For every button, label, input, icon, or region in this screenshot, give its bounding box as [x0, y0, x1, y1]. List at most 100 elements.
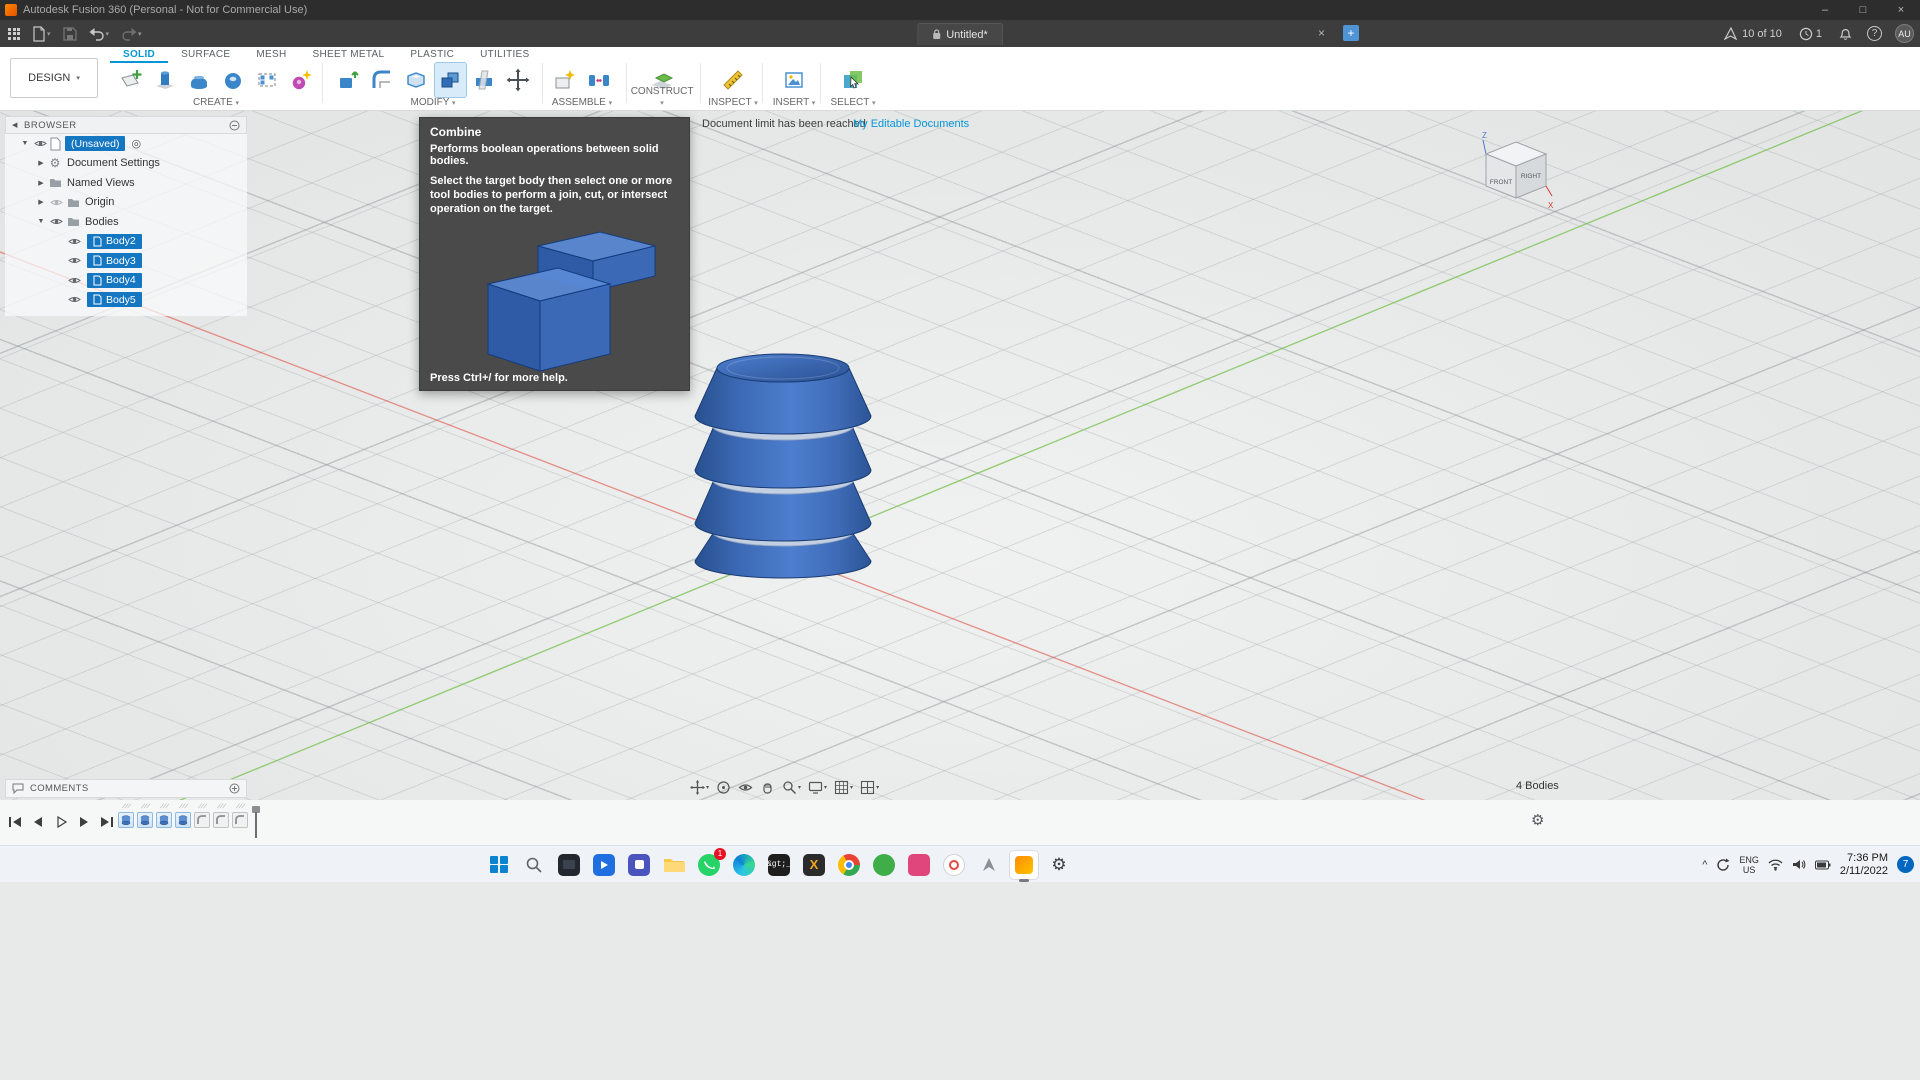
file-explorer-button[interactable] [660, 851, 688, 879]
circle-app-button[interactable] [940, 851, 968, 879]
tab-mesh[interactable]: MESH [243, 47, 299, 63]
visibility-eye-icon[interactable] [65, 276, 83, 285]
media-app-button[interactable] [590, 851, 618, 879]
file-menu-button[interactable]: ▾ [30, 23, 53, 45]
visibility-eye-icon[interactable] [47, 217, 65, 226]
minimize-button[interactable]: – [1806, 0, 1844, 20]
document-tab[interactable]: Untitled* [917, 23, 1003, 45]
expand-icon[interactable]: ▶ [35, 179, 47, 187]
green-app-button[interactable] [870, 851, 898, 879]
tree-row-named-views[interactable]: ▶ Named Views [5, 173, 247, 193]
settings-app-button[interactable]: ⚙ [1045, 851, 1073, 879]
joint-button[interactable] [584, 63, 615, 97]
tree-row-body5[interactable]: Body5 [5, 290, 247, 310]
timeline-feature-body[interactable]: /// [118, 804, 134, 828]
whatsapp-button[interactable]: 1 [695, 847, 726, 879]
viewport-canvas[interactable] [0, 111, 1920, 845]
maximize-button[interactable]: □ [1844, 0, 1882, 20]
undo-button[interactable]: ▾ [87, 23, 112, 45]
new-component-button[interactable] [550, 63, 581, 97]
search-button[interactable] [520, 851, 548, 879]
gray-app-button[interactable] [975, 851, 1003, 879]
chrome-button[interactable] [835, 851, 863, 879]
body-item[interactable]: Body5 [87, 292, 142, 308]
task-view-button[interactable] [555, 851, 583, 879]
root-document-label[interactable]: (Unsaved) [65, 136, 126, 152]
browser-header[interactable]: ◀ BROWSER [5, 116, 247, 134]
split-body-button[interactable] [469, 63, 500, 97]
construct-group-label[interactable]: CONSTRUCT ▾ [630, 86, 694, 108]
save-button[interactable] [61, 23, 79, 45]
measure-button[interactable] [718, 63, 749, 97]
workspace-selector[interactable]: DESIGN ▾ [10, 58, 98, 98]
visibility-eye-icon[interactable] [65, 256, 83, 265]
insert-group-label[interactable]: INSERT ▾ [766, 97, 822, 108]
tab-utilities[interactable]: UTILITIES [467, 47, 542, 63]
notification-center-button[interactable]: 1 [1797, 23, 1824, 45]
user-avatar[interactable]: AU [1895, 24, 1914, 43]
expand-icon[interactable]: ▼ [35, 218, 47, 225]
activate-document-icon[interactable]: ◎ [131, 137, 141, 150]
timeline-feature-fillet[interactable]: /// [213, 804, 229, 828]
tab-plastic[interactable]: PLASTIC [397, 47, 467, 63]
viewports-button[interactable]: ▾ [860, 780, 879, 795]
view-cube[interactable]: Z FRONT RIGHT X [1478, 126, 1556, 212]
collapse-panel-icon[interactable]: ◀ [12, 121, 24, 129]
tab-solid[interactable]: SOLID [110, 47, 169, 63]
close-button[interactable]: × [1882, 0, 1920, 20]
display-settings-button[interactable]: ▾ [808, 780, 827, 795]
expand-icon[interactable]: ▶ [35, 198, 47, 206]
visibility-eye-icon[interactable] [31, 139, 49, 148]
create-group-label[interactable]: CREATE ▾ [110, 97, 322, 108]
tree-row-origin[interactable]: ▶ Origin [5, 193, 247, 213]
timeline-feature-body[interactable]: /// [137, 804, 153, 828]
pan-button[interactable]: ▾ [690, 780, 709, 795]
job-status-button[interactable]: 10 of 10 [1722, 23, 1784, 45]
teams-button[interactable] [625, 851, 653, 879]
shell-button[interactable] [401, 63, 432, 97]
x-app-button[interactable]: X [800, 851, 828, 879]
visibility-eye-icon[interactable] [47, 198, 65, 207]
pattern-button[interactable] [252, 63, 283, 97]
body-item[interactable]: Body3 [87, 253, 142, 269]
viewcube-front-label[interactable]: FRONT [1490, 179, 1512, 186]
sync-icon[interactable] [1716, 858, 1730, 872]
skip-to-end-button[interactable] [98, 813, 116, 831]
select-group-label[interactable]: SELECT ▾ [824, 97, 882, 108]
help-button[interactable]: ? [1867, 26, 1882, 41]
step-back-button[interactable] [29, 813, 47, 831]
tree-row-body3[interactable]: Body3 [5, 251, 247, 271]
tree-root-row[interactable]: ▼ (Unsaved) ◎ [5, 134, 247, 154]
select-button[interactable] [838, 63, 869, 97]
tree-row-bodies[interactable]: ▼ Bodies [5, 212, 247, 232]
create-sketch-button[interactable] [116, 63, 147, 97]
modify-group-label[interactable]: MODIFY ▾ [326, 97, 540, 108]
body-item[interactable]: Body4 [87, 272, 142, 288]
tree-row-document-settings[interactable]: ▶ ⚙ Document Settings [5, 154, 247, 174]
model-bodies[interactable] [680, 330, 890, 580]
zoom-window-button[interactable]: ▾ [782, 780, 801, 795]
timeline-feature-fillet[interactable]: /// [232, 804, 248, 828]
step-forward-button[interactable] [75, 813, 93, 831]
fusion-360-taskbar-button[interactable] [1010, 850, 1038, 882]
viewcube-right-label[interactable]: RIGHT [1521, 173, 1541, 180]
visibility-eye-icon[interactable] [65, 295, 83, 304]
app-grid-button[interactable] [6, 23, 22, 45]
filter-icon[interactable] [229, 120, 240, 131]
battery-icon[interactable] [1814, 860, 1831, 870]
tab-sheet-metal[interactable]: SHEET METAL [300, 47, 398, 63]
close-document-button[interactable]: × [1318, 26, 1325, 40]
extrude-button[interactable] [150, 63, 181, 97]
new-document-button[interactable]: + [1343, 25, 1359, 41]
inspect-group-label[interactable]: INSPECT ▾ [704, 97, 762, 108]
body-item[interactable]: Body2 [87, 233, 142, 249]
pink-app-button[interactable] [905, 851, 933, 879]
language-indicator[interactable]: ENG US [1739, 855, 1759, 875]
revolve-button[interactable] [218, 63, 249, 97]
timeline-feature-body[interactable]: /// [156, 804, 172, 828]
terminal-button[interactable]: &gt;_ [765, 851, 793, 879]
hidden-icons-chevron[interactable]: ^ [1702, 859, 1707, 871]
orbit-button[interactable] [716, 780, 731, 795]
my-editable-documents-link[interactable]: My Editable Documents [853, 118, 969, 130]
alerts-button[interactable] [1837, 23, 1854, 45]
